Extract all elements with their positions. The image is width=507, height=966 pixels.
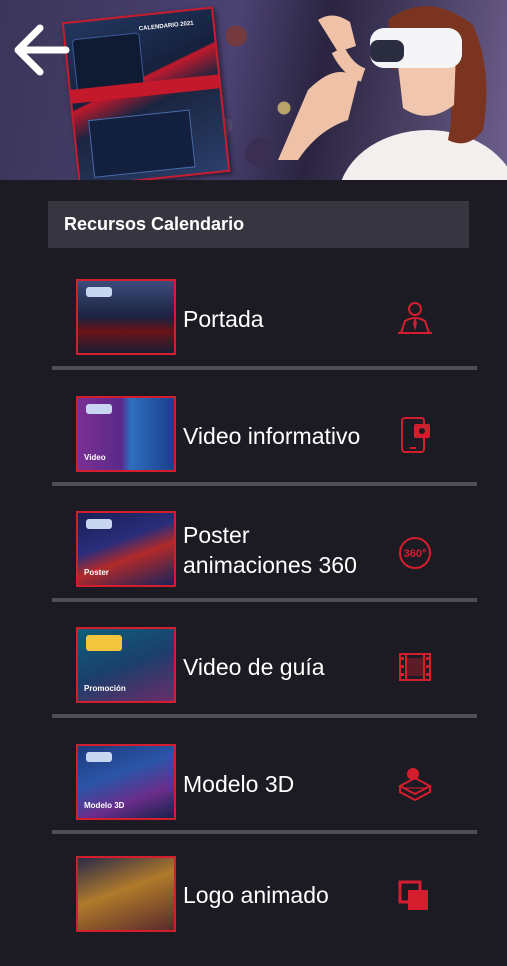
portada-thumbnail [76, 279, 176, 355]
layers-icon [398, 880, 428, 910]
divider [52, 366, 477, 370]
phone-video-icon [401, 417, 430, 453]
thumbnail-caption: Modelo 3D [84, 801, 125, 810]
calendar-lower-graphic [88, 109, 196, 178]
section-title: Recursos Calendario [64, 214, 245, 234]
item-label: Logo animado [183, 882, 329, 908]
thumbnail-logo [86, 287, 112, 297]
calendar-text: CALENDARIO 2021 [138, 20, 194, 33]
divider [52, 482, 477, 486]
thumbnail-caption: Promoción [84, 684, 126, 693]
3d-model-icon [397, 768, 433, 802]
logo-animado-thumbnail [76, 856, 176, 932]
video-guia-thumbnail: Promoción [76, 627, 176, 703]
back-arrow-icon[interactable] [10, 18, 74, 82]
poster-thumbnail: Poster [76, 511, 176, 587]
thumbnail-caption: Video [84, 453, 106, 462]
vr-woman-image [278, 6, 507, 180]
thumbnail-logo [86, 519, 112, 529]
item-label: Video de guía [183, 654, 325, 680]
item-label: Portada [183, 306, 264, 332]
calendar-image: CALENDARIO 2021 [61, 6, 231, 180]
divider [52, 714, 477, 718]
svg-text:360°: 360° [404, 548, 427, 560]
divider [52, 830, 477, 834]
thumbnail-caption: Poster [84, 568, 109, 577]
film-icon [399, 653, 431, 681]
thumbnail-logo [86, 635, 122, 651]
item-label-line1: Poster [183, 522, 250, 548]
divider [52, 598, 477, 602]
modelo-3d-thumbnail: Modelo 3D [76, 744, 176, 820]
thumbnail-logo [86, 404, 112, 414]
presenter-icon [398, 302, 432, 334]
video-informativo-thumbnail: Video [76, 396, 176, 472]
item-label: Modelo 3D [183, 771, 295, 797]
360-icon: 360° [399, 537, 431, 569]
item-label-line2: animaciones 360 [183, 552, 357, 578]
list-item-logo-animado[interactable]: Logo animado [0, 850, 507, 966]
item-label: Video informativo [183, 423, 361, 449]
header-banner: CALENDARIO 2021 [0, 0, 507, 180]
section-title-bar: Recursos Calendario [48, 201, 469, 248]
thumbnail-logo [86, 752, 112, 762]
